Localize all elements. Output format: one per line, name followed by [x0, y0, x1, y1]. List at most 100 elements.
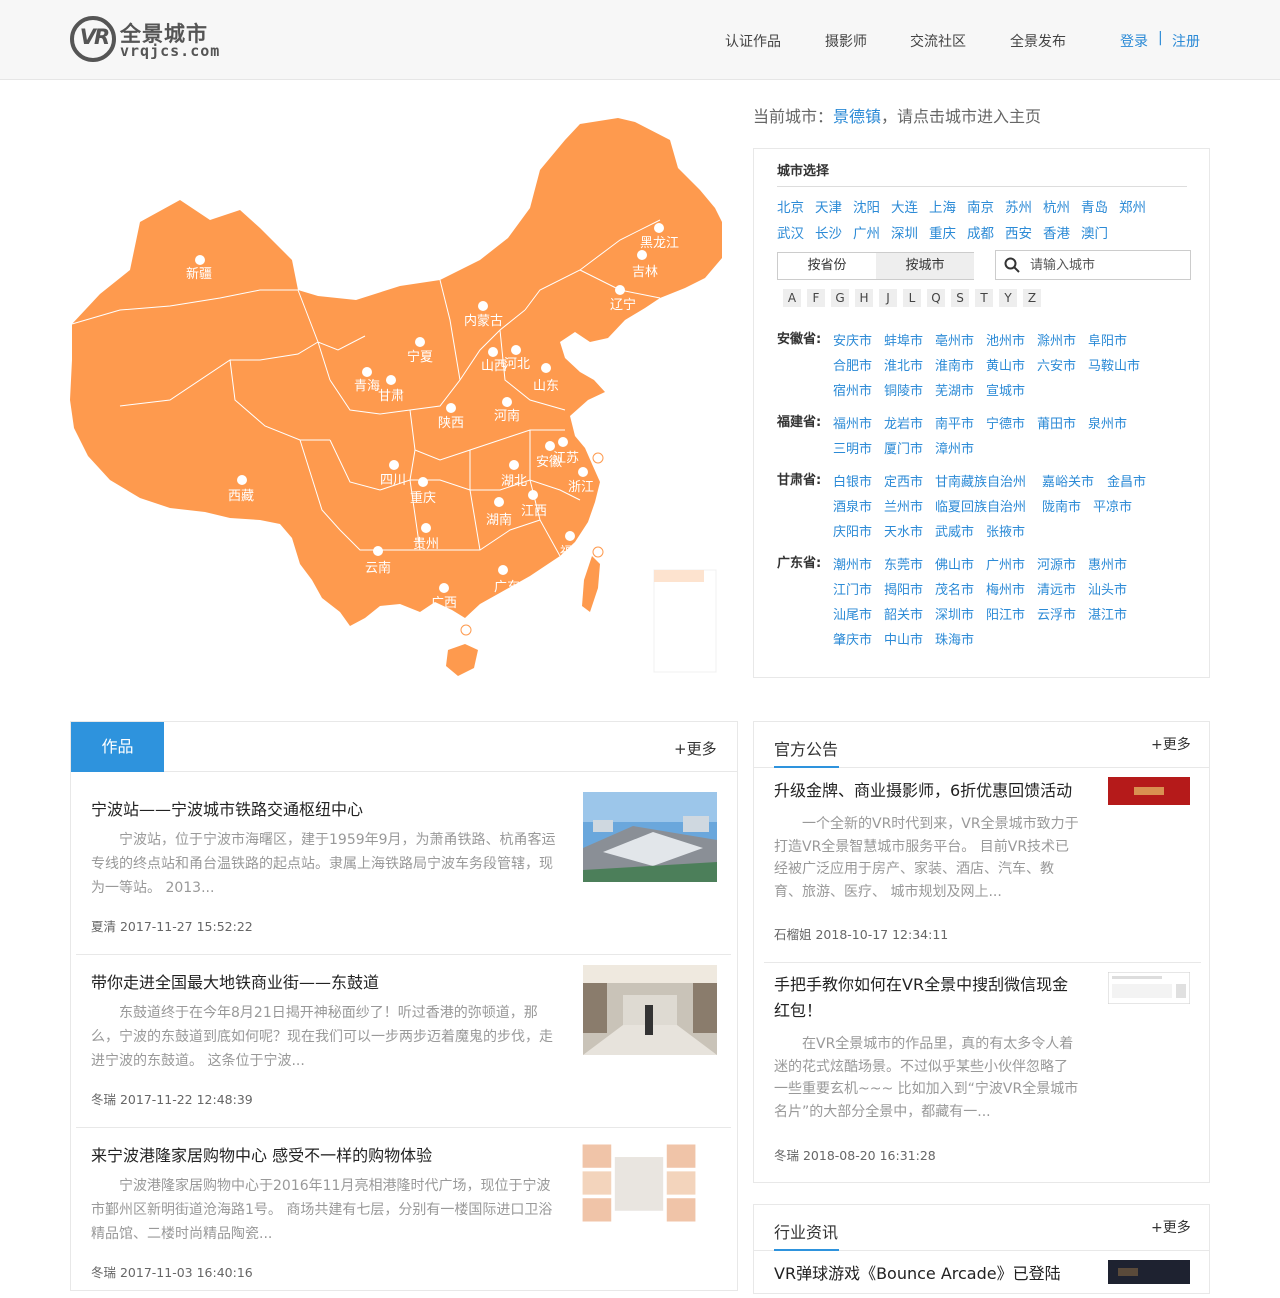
- province-city-link[interactable]: 酒泉市: [833, 496, 872, 515]
- letter-filter[interactable]: S: [951, 289, 969, 307]
- login-link[interactable]: 登录: [1120, 31, 1148, 51]
- industry-news-title[interactable]: VR弹球游戏《Bounce Arcade》已登陆: [774, 1261, 1094, 1287]
- province-city-link[interactable]: 南平市: [935, 413, 974, 432]
- province-city-link[interactable]: 张掖市: [986, 521, 1025, 540]
- hot-city-link[interactable]: 上海: [929, 196, 956, 216]
- work-item[interactable]: 来宁波港隆家居购物中心 感受不一样的购物体验 宁波港隆家居购物中心于2016年1…: [71, 1128, 733, 1298]
- province-city-link[interactable]: 武威市: [935, 521, 974, 540]
- pin-hainan-icon[interactable]: [460, 624, 472, 636]
- province-city-link[interactable]: 佛山市: [935, 554, 974, 573]
- province-city-link[interactable]: 滁州市: [1037, 330, 1076, 349]
- notice-title[interactable]: 升级金牌、商业摄影师，6折优惠回馈活动: [774, 778, 1084, 804]
- site-logo[interactable]: VR 全景城市 vrqjcs.com: [70, 14, 230, 64]
- hot-city-link[interactable]: 北京: [777, 196, 804, 216]
- province-city-link[interactable]: 东莞市: [884, 554, 923, 573]
- province-city-link[interactable]: 汕头市: [1088, 579, 1127, 598]
- province-city-link[interactable]: 漳州市: [935, 438, 974, 457]
- province-city-link[interactable]: 甘南藏族自治州: [935, 471, 1026, 490]
- province-city-link[interactable]: 亳州市: [935, 330, 974, 349]
- province-city-link[interactable]: 韶关市: [884, 604, 923, 623]
- letter-filter[interactable]: L: [903, 289, 921, 307]
- tab-by-province[interactable]: 按省份: [778, 253, 876, 279]
- province-city-link[interactable]: 厦门市: [884, 438, 923, 457]
- province-city-link[interactable]: 潮州市: [833, 554, 872, 573]
- province-city-link[interactable]: 梅州市: [986, 579, 1025, 598]
- province-city-link[interactable]: 定西市: [884, 471, 923, 490]
- letter-filter[interactable]: H: [855, 289, 873, 307]
- hot-city-link[interactable]: 天津: [815, 196, 842, 216]
- province-city-link[interactable]: 临夏回族自治州: [935, 496, 1026, 515]
- hot-city-link[interactable]: 武汉: [777, 222, 804, 242]
- province-city-link[interactable]: 宿州市: [833, 380, 872, 399]
- tab-by-city[interactable]: 按城市: [876, 253, 974, 279]
- work-title[interactable]: 来宁波港隆家居购物中心 感受不一样的购物体验: [91, 1142, 432, 1166]
- nav-certified-works[interactable]: 认证作品: [725, 31, 781, 51]
- province-city-link[interactable]: 安庆市: [833, 330, 872, 349]
- province-city-link[interactable]: 福州市: [833, 413, 872, 432]
- province-city-link[interactable]: 揭阳市: [884, 579, 923, 598]
- work-title[interactable]: 宁波站——宁波城市铁路交通枢纽中心: [91, 796, 363, 820]
- nav-community[interactable]: 交流社区: [910, 31, 966, 51]
- notice-thumbnail-screenshot[interactable]: [1108, 972, 1190, 1004]
- work-title[interactable]: 带你走进全国最大地铁商业街——东鼓道: [91, 969, 379, 993]
- hot-city-link[interactable]: 沈阳: [853, 196, 880, 216]
- province-city-link[interactable]: 池州市: [986, 330, 1025, 349]
- province-city-link[interactable]: 宣城市: [986, 380, 1025, 399]
- letter-filter[interactable]: T: [975, 289, 993, 307]
- province-city-link[interactable]: 平凉市: [1093, 496, 1132, 515]
- province-city-link[interactable]: 中山市: [884, 629, 923, 648]
- province-city-link[interactable]: 莆田市: [1037, 413, 1076, 432]
- notice-thumbnail-promo[interactable]: [1108, 777, 1190, 805]
- nav-publish[interactable]: 全景发布: [1010, 31, 1066, 51]
- province-city-link[interactable]: 陇南市: [1042, 496, 1081, 515]
- province-city-link[interactable]: 珠海市: [935, 629, 974, 648]
- current-city-link[interactable]: 景德镇: [833, 107, 881, 126]
- letter-filter[interactable]: A: [783, 289, 801, 307]
- work-item[interactable]: 带你走进全国最大地铁商业街——东鼓道 东鼓道终于在今年8月21日揭开神秘面纱了！…: [71, 955, 733, 1125]
- province-city-link[interactable]: 金昌市: [1107, 471, 1146, 490]
- province-city-link[interactable]: 云浮市: [1037, 604, 1076, 623]
- province-city-link[interactable]: 茂名市: [935, 579, 974, 598]
- province-city-link[interactable]: 淮南市: [935, 355, 974, 374]
- province-city-link[interactable]: 江门市: [833, 579, 872, 598]
- province-city-link[interactable]: 庆阳市: [833, 521, 872, 540]
- hot-city-link[interactable]: 重庆: [929, 222, 956, 242]
- province-city-link[interactable]: 清远市: [1037, 579, 1076, 598]
- industry-more-link[interactable]: +更多: [1151, 1217, 1191, 1237]
- province-city-link[interactable]: 蚌埠市: [884, 330, 923, 349]
- work-item[interactable]: 宁波站——宁波城市铁路交通枢纽中心 宁波站，位于宁波市海曙区，建于1959年9月…: [71, 782, 733, 952]
- notices-more-link[interactable]: +更多: [1151, 734, 1191, 754]
- pin-taiwan-icon[interactable]: [592, 546, 604, 558]
- province-city-link[interactable]: 六安市: [1037, 355, 1076, 374]
- works-tab[interactable]: 作品: [71, 722, 164, 772]
- hot-city-link[interactable]: 深圳: [891, 222, 918, 242]
- letter-filter[interactable]: Y: [999, 289, 1017, 307]
- province-city-link[interactable]: 白银市: [833, 471, 872, 490]
- letter-filter[interactable]: Q: [927, 289, 945, 307]
- province-city-link[interactable]: 三明市: [833, 438, 872, 457]
- province-city-link[interactable]: 嘉峪关市: [1042, 471, 1094, 490]
- province-city-link[interactable]: 河源市: [1037, 554, 1076, 573]
- province-city-link[interactable]: 肇庆市: [833, 629, 872, 648]
- hot-city-link[interactable]: 大连: [891, 196, 918, 216]
- works-more-link[interactable]: +更多: [674, 738, 717, 759]
- province-city-link[interactable]: 宁德市: [986, 413, 1025, 432]
- letter-filter[interactable]: F: [807, 289, 825, 307]
- hot-city-link[interactable]: 成都: [967, 222, 994, 242]
- hot-city-link[interactable]: 南京: [967, 196, 994, 216]
- province-city-link[interactable]: 淮北市: [884, 355, 923, 374]
- province-city-link[interactable]: 泉州市: [1088, 413, 1127, 432]
- province-city-link[interactable]: 深圳市: [935, 604, 974, 623]
- province-city-link[interactable]: 龙岩市: [884, 413, 923, 432]
- province-city-link[interactable]: 广州市: [986, 554, 1025, 573]
- nav-photographers[interactable]: 摄影师: [825, 31, 867, 51]
- province-city-link[interactable]: 汕尾市: [833, 604, 872, 623]
- hot-city-link[interactable]: 长沙: [815, 222, 842, 242]
- letter-filter[interactable]: J: [879, 289, 897, 307]
- letter-filter[interactable]: G: [831, 289, 849, 307]
- work-thumbnail-station[interactable]: [583, 792, 717, 882]
- province-city-link[interactable]: 兰州市: [884, 496, 923, 515]
- province-city-link[interactable]: 阳江市: [986, 604, 1025, 623]
- hot-city-link[interactable]: 苏州: [1005, 196, 1032, 216]
- province-city-link[interactable]: 天水市: [884, 521, 923, 540]
